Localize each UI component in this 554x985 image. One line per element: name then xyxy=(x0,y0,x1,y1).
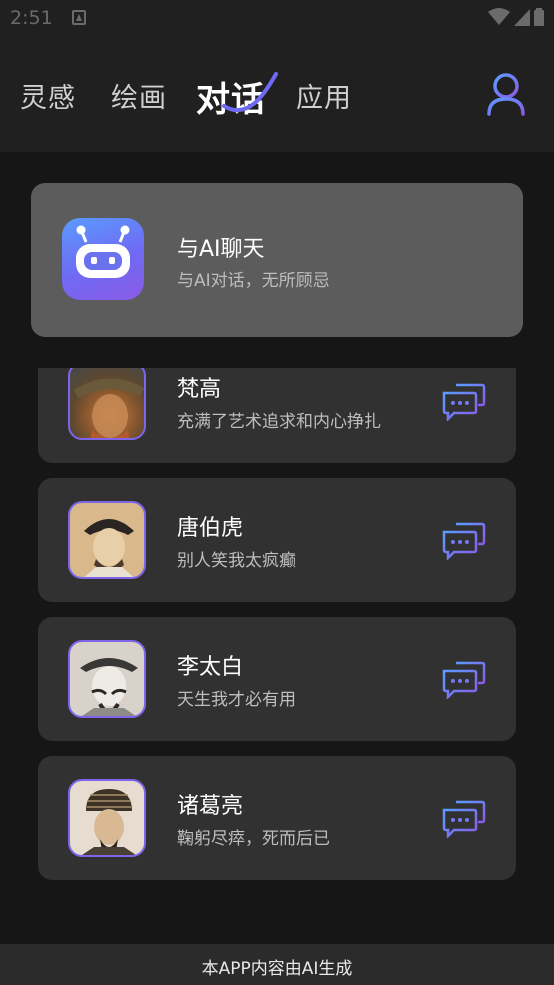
status-indicators xyxy=(488,8,544,26)
character-list: 梵高 充满了艺术追求和内心挣扎 唐伯虎 别人笑我太疯癫 李太白 天生我才必有用 … xyxy=(0,368,554,898)
ai-chat-card[interactable]: 与AI聊天 与AI对话，无所顾忌 xyxy=(31,183,523,337)
ai-chat-subtitle: 与AI对话，无所顾忌 xyxy=(177,271,330,291)
character-name: 诸葛亮 xyxy=(177,794,244,819)
signal-icon xyxy=(514,9,530,26)
character-desc: 充满了艺术追求和内心挣扎 xyxy=(177,412,381,432)
user-profile-icon[interactable] xyxy=(486,72,526,116)
tang-bohu-portrait xyxy=(68,501,146,579)
active-tab-indicator xyxy=(222,72,278,113)
chat-bubbles-icon[interactable] xyxy=(442,381,486,421)
li-taibai-portrait xyxy=(68,640,146,718)
wifi-icon xyxy=(488,8,510,25)
chat-bubbles-icon[interactable] xyxy=(442,659,486,699)
character-desc: 天生我才必有用 xyxy=(177,690,296,710)
ai-chat-title: 与AI聊天 xyxy=(177,237,265,262)
zhuge-liang-portrait xyxy=(68,779,146,857)
character-card-van-gogh[interactable]: 梵高 充满了艺术追求和内心挣扎 xyxy=(38,368,516,463)
character-desc: 别人笑我太疯癫 xyxy=(177,551,296,571)
notification-icon xyxy=(72,10,86,25)
ai-content-notice-bar: 本APP内容由AI生成 xyxy=(0,944,554,985)
tab-apps[interactable]: 应用 xyxy=(296,76,352,115)
status-bar: 2:51 xyxy=(0,0,554,36)
status-time: 2:51 xyxy=(10,7,53,29)
character-name: 梵高 xyxy=(177,377,222,402)
character-name: 李太白 xyxy=(177,655,244,680)
character-card-tang-bohu[interactable]: 唐伯虎 别人笑我太疯癫 xyxy=(38,478,516,602)
robot-icon xyxy=(62,218,144,300)
chat-bubbles-icon[interactable] xyxy=(442,520,486,560)
tab-inspiration[interactable]: 灵感 xyxy=(20,76,76,115)
tab-painting[interactable]: 绘画 xyxy=(111,76,167,115)
top-navigation: 灵感 绘画 对话 应用 xyxy=(0,36,554,152)
main-content: 与AI聊天 与AI对话，无所顾忌 梵高 充满了艺术追求和内心挣扎 唐伯虎 别人笑… xyxy=(0,152,554,985)
ai-content-notice: 本APP内容由AI生成 xyxy=(201,959,353,979)
character-name: 唐伯虎 xyxy=(177,516,244,541)
character-desc: 鞠躬尽瘁，死而后已 xyxy=(177,829,330,849)
character-card-zhuge-liang[interactable]: 诸葛亮 鞠躬尽瘁，死而后已 xyxy=(38,756,516,880)
van-gogh-portrait xyxy=(68,368,146,440)
character-card-li-taibai[interactable]: 李太白 天生我才必有用 xyxy=(38,617,516,741)
chat-bubbles-icon[interactable] xyxy=(442,798,486,838)
battery-icon xyxy=(534,8,544,26)
